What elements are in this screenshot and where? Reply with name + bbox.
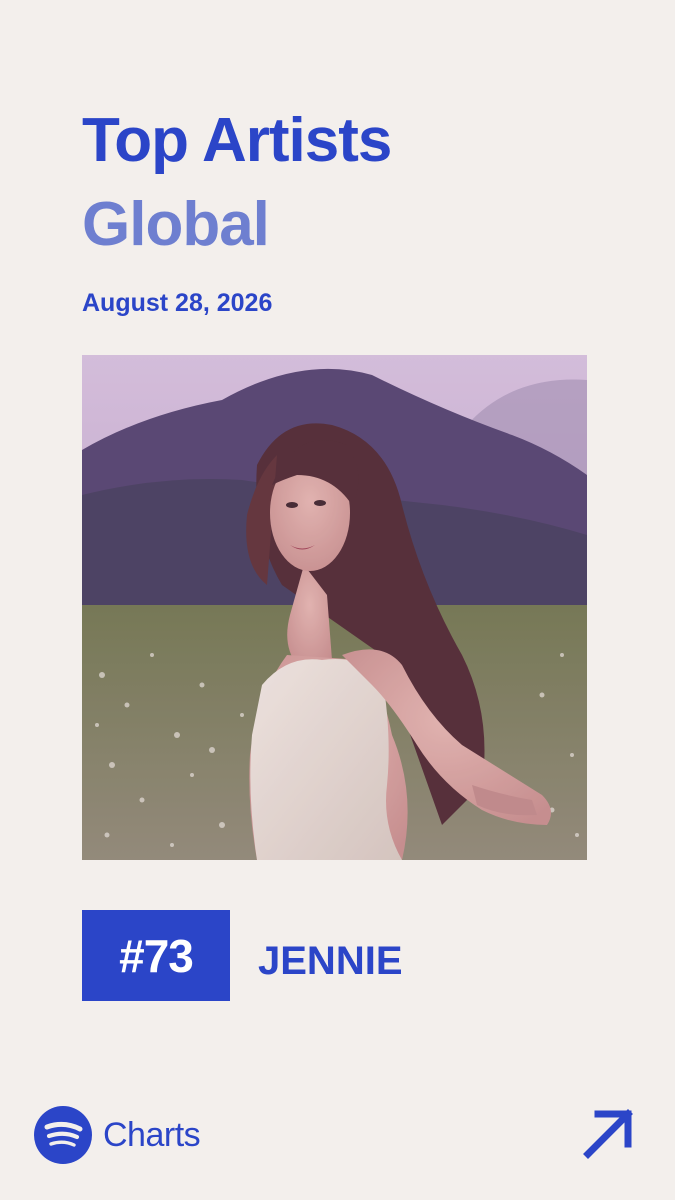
rank-badge: #73	[82, 910, 230, 1001]
spotify-charts-link[interactable]: Charts	[34, 1106, 201, 1164]
artist-name: JENNIE	[258, 939, 403, 983]
chart-date: August 28, 2026	[82, 289, 273, 317]
rank-number: #73	[119, 929, 194, 982]
arrow-up-right-icon[interactable]	[582, 1106, 636, 1160]
chart-title: Top Artists	[82, 106, 392, 175]
brand-label: Charts	[103, 1115, 201, 1154]
chart-card: Top Artists Global August 28, 2026 #73 J…	[0, 0, 675, 1200]
artist-photo	[82, 355, 587, 860]
spotify-logo-icon	[34, 1106, 92, 1164]
chart-region: Global	[82, 190, 270, 259]
